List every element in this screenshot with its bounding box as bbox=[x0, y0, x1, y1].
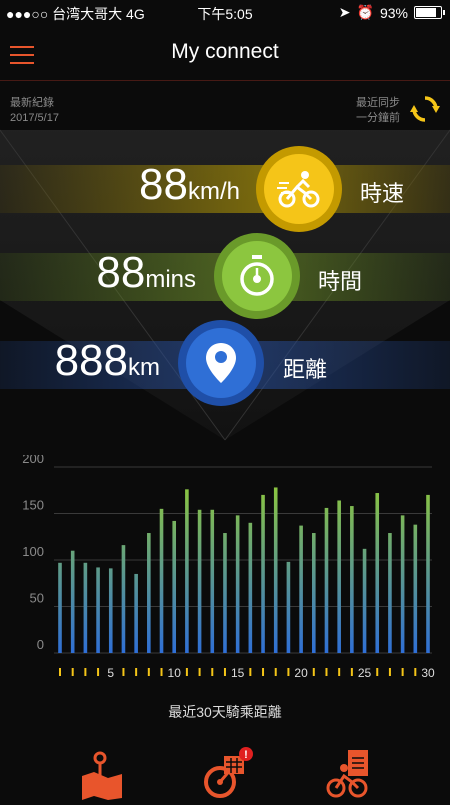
chart-bar bbox=[197, 509, 202, 653]
last-sync: 最近同步 一分鐘前 bbox=[356, 96, 400, 126]
x-tick-label: 5 bbox=[107, 666, 114, 680]
map-pin-icon bbox=[82, 751, 122, 800]
distance-unit: km bbox=[128, 354, 160, 381]
chart-bar bbox=[299, 525, 303, 653]
x-tick-label: 30 bbox=[421, 666, 435, 680]
chart-bar bbox=[261, 494, 265, 653]
sync-icon[interactable] bbox=[410, 94, 440, 124]
stopwatch-icon bbox=[240, 255, 274, 296]
y-tick-label: 150 bbox=[22, 498, 44, 513]
chart-bar bbox=[362, 548, 367, 653]
chart-bar bbox=[210, 509, 215, 653]
speed-value: 88km/h bbox=[139, 160, 240, 210]
x-tick-label: 20 bbox=[294, 666, 308, 680]
speed-label: 時速 bbox=[360, 181, 405, 206]
last-sync-label: 最近同步 bbox=[356, 97, 400, 109]
tab-map[interactable] bbox=[78, 746, 134, 800]
time-number: 88 bbox=[96, 248, 146, 297]
cyclist-icon bbox=[277, 171, 320, 208]
speed-number: 88 bbox=[139, 160, 188, 209]
y-tick-label: 100 bbox=[22, 544, 44, 559]
time-value: 88mins bbox=[96, 248, 196, 298]
chart-bar bbox=[185, 489, 189, 653]
location-pin-icon bbox=[206, 343, 236, 383]
time-label: 時間 bbox=[318, 269, 363, 294]
chart-bar bbox=[172, 520, 177, 653]
latest-record: 最新紀錄 2017/5/17 bbox=[10, 96, 59, 126]
distance-label: 距離 bbox=[283, 357, 328, 382]
time-inner bbox=[222, 241, 292, 311]
chart-bar bbox=[134, 573, 138, 653]
x-tick-label: 10 bbox=[168, 666, 182, 680]
chart-bar bbox=[147, 533, 151, 653]
chart-bar bbox=[159, 508, 164, 653]
calendar-bike-icon: ! bbox=[204, 747, 253, 798]
y-tick-label: 200 bbox=[22, 455, 44, 466]
rider-report-icon bbox=[326, 750, 368, 798]
tab-rider-report[interactable] bbox=[324, 746, 380, 800]
chart-bar bbox=[248, 522, 253, 653]
chart-bar bbox=[58, 562, 62, 653]
chart-bar bbox=[337, 500, 341, 653]
distance-circle bbox=[178, 320, 264, 406]
chart-bar bbox=[388, 533, 392, 653]
distance-value: 888km bbox=[55, 336, 160, 386]
chart-bar bbox=[400, 515, 405, 653]
latest-record-date: 2017/5/17 bbox=[10, 112, 59, 124]
chart-bar bbox=[70, 550, 75, 653]
time-circle bbox=[214, 233, 300, 319]
x-tick-label: 15 bbox=[231, 666, 245, 680]
chart-bar bbox=[108, 568, 113, 653]
tab-bar: ! bbox=[0, 740, 450, 801]
chart-bar bbox=[350, 506, 354, 653]
latest-record-label: 最新紀錄 bbox=[10, 97, 54, 109]
notification-badge: ! bbox=[244, 749, 248, 761]
chart-bar bbox=[96, 567, 100, 653]
chart-bar bbox=[83, 562, 88, 653]
speed-circle bbox=[256, 146, 342, 232]
last-sync-ago: 一分鐘前 bbox=[356, 112, 400, 124]
time-unit: mins bbox=[145, 266, 196, 293]
y-tick-label: 0 bbox=[37, 637, 44, 652]
speed-inner bbox=[264, 154, 334, 224]
distance-inner bbox=[186, 328, 256, 398]
chart-bar bbox=[273, 487, 278, 653]
x-tick-label: 25 bbox=[358, 666, 372, 680]
chart-bar bbox=[413, 524, 418, 653]
chart-bar bbox=[311, 533, 316, 653]
chart-caption: 最近30天騎乘距離 bbox=[168, 704, 282, 720]
chart-bar bbox=[235, 515, 240, 653]
distance-number: 888 bbox=[54, 336, 128, 385]
chart-bar bbox=[286, 561, 291, 653]
chart-bar bbox=[426, 494, 430, 653]
chart-bar bbox=[121, 545, 126, 653]
y-tick-label: 50 bbox=[30, 591, 44, 606]
speed-unit: km/h bbox=[187, 178, 240, 205]
chart-bar bbox=[324, 507, 329, 653]
chart-bar bbox=[223, 533, 227, 653]
tab-calendar-bike[interactable]: ! bbox=[200, 746, 256, 800]
distance-bar-chart: 0 50 100 150 200 5 10 15 20 25 30 bbox=[22, 455, 435, 680]
chart-bar bbox=[375, 493, 380, 653]
